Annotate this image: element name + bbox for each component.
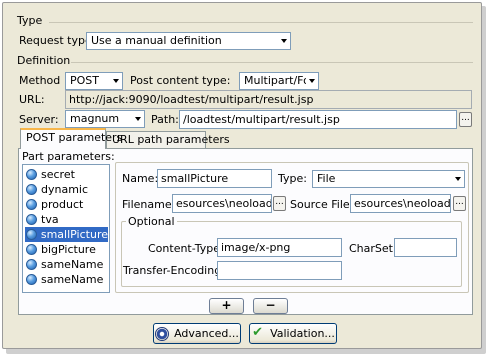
post-content-type-combo[interactable]: Multipart/Form-D...: [239, 72, 319, 90]
list-item-label: sameName: [41, 258, 104, 271]
list-item-label: secret: [41, 168, 75, 181]
list-item-label: tva: [41, 213, 59, 226]
list-item-label: smallPicture: [40, 228, 108, 241]
source-file-field[interactable]: esources\neoload.png: [350, 194, 451, 213]
tab-post-parameters[interactable]: POST parameters: [20, 128, 122, 149]
add-part-button[interactable]: +: [209, 298, 244, 314]
content-type-label: Content-Type:: [148, 242, 224, 255]
request-type-label: Request type:: [19, 34, 96, 47]
advanced-button-label: Advanced...: [174, 327, 239, 340]
path-browse-button[interactable]: ...: [459, 112, 472, 127]
source-file-browse-button[interactable]: ...: [453, 196, 466, 211]
chevron-down-icon[interactable]: [110, 73, 122, 89]
blue-ball-icon: [26, 229, 37, 240]
type-section-divider: [49, 22, 473, 23]
checkmark-icon: [251, 325, 265, 341]
type-section-title: Type: [17, 14, 43, 27]
path-label: Path:: [151, 113, 179, 126]
charset-label: CharSet:: [349, 242, 397, 255]
list-item[interactable]: product: [25, 197, 108, 212]
path-field[interactable]: /loadtest/multipart/result.jsp: [179, 110, 457, 129]
blue-ball-icon: [26, 184, 37, 195]
filename-browse-button[interactable]: ...: [273, 196, 286, 211]
blue-ball-icon: [26, 214, 37, 225]
blue-ball-icon: [26, 259, 37, 270]
request-type-value: Use a manual definition: [91, 34, 222, 47]
request-editor-panel: Type Request type: Use a manual definiti…: [2, 2, 482, 349]
transfer-encoding-field[interactable]: [217, 261, 342, 280]
name-field[interactable]: smallPicture: [157, 169, 272, 188]
charset-field[interactable]: [394, 238, 457, 257]
chevron-down-icon[interactable]: [306, 73, 318, 89]
server-label: Server:: [19, 113, 59, 126]
filename-field[interactable]: esources\neoload.png: [172, 194, 272, 213]
remove-part-button[interactable]: −: [253, 298, 288, 314]
filename-label: Filename:: [122, 198, 176, 211]
list-item[interactable]: tva: [25, 212, 108, 227]
list-item[interactable]: bigPicture: [25, 242, 108, 257]
validation-button[interactable]: Validation...: [249, 323, 337, 344]
part-detail-panel: Name: smallPicture Type: File Filename: …: [115, 162, 469, 293]
url-label: URL:: [19, 93, 45, 106]
list-item[interactable]: sameName: [25, 257, 108, 272]
definition-section-title: Definition: [17, 54, 71, 67]
server-value: magnum: [70, 112, 120, 125]
list-item[interactable]: dynamic: [25, 182, 108, 197]
list-item-label: bigPicture: [41, 243, 96, 256]
list-item-label: dynamic: [41, 183, 89, 196]
name-label: Name:: [122, 172, 159, 185]
source-file-label: Source File:: [290, 198, 354, 211]
part-type-combo[interactable]: File: [312, 170, 465, 188]
post-parameters-tab-panel: Part parameters: secret dynamic product …: [18, 148, 473, 315]
server-combo[interactable]: magnum: [65, 110, 145, 128]
chevron-down-icon[interactable]: [132, 111, 144, 127]
gear-icon: [155, 326, 170, 341]
part-type-value: File: [317, 172, 336, 185]
list-item-label: product: [41, 198, 84, 211]
chevron-down-icon[interactable]: [278, 33, 290, 49]
content-type-field[interactable]: image/x-png: [217, 238, 342, 257]
list-item[interactable]: sameName: [25, 272, 108, 287]
blue-ball-icon: [26, 274, 37, 285]
post-content-type-label: Post content type:: [130, 74, 231, 87]
method-label: Method :: [19, 74, 68, 87]
part-parameters-label: Part parameters:: [22, 150, 115, 163]
validation-button-label: Validation...: [270, 327, 335, 340]
type-label: Type:: [278, 172, 307, 185]
definition-section-divider: [71, 62, 473, 63]
post-content-type-value: Multipart/Form-D...: [244, 74, 306, 87]
request-type-combo[interactable]: Use a manual definition: [86, 32, 291, 50]
url-field[interactable]: http://jack:9090/loadtest/multipart/resu…: [65, 90, 472, 109]
blue-ball-icon: [26, 199, 37, 210]
part-parameters-list[interactable]: secret dynamic product tva smallPicture …: [22, 164, 110, 293]
list-item[interactable]: secret: [25, 167, 108, 182]
transfer-encoding-label: Transfer-Encoding:: [123, 264, 225, 277]
method-combo[interactable]: POST: [65, 72, 123, 90]
chevron-down-icon[interactable]: [452, 171, 464, 187]
advanced-button[interactable]: Advanced...: [153, 323, 241, 344]
method-value: POST: [70, 74, 99, 87]
blue-ball-icon: [26, 244, 37, 255]
list-item-label: sameName: [41, 273, 104, 286]
list-item-selected[interactable]: smallPicture: [25, 227, 108, 242]
optional-group-title: Optional: [126, 215, 177, 229]
blue-ball-icon: [26, 169, 37, 180]
